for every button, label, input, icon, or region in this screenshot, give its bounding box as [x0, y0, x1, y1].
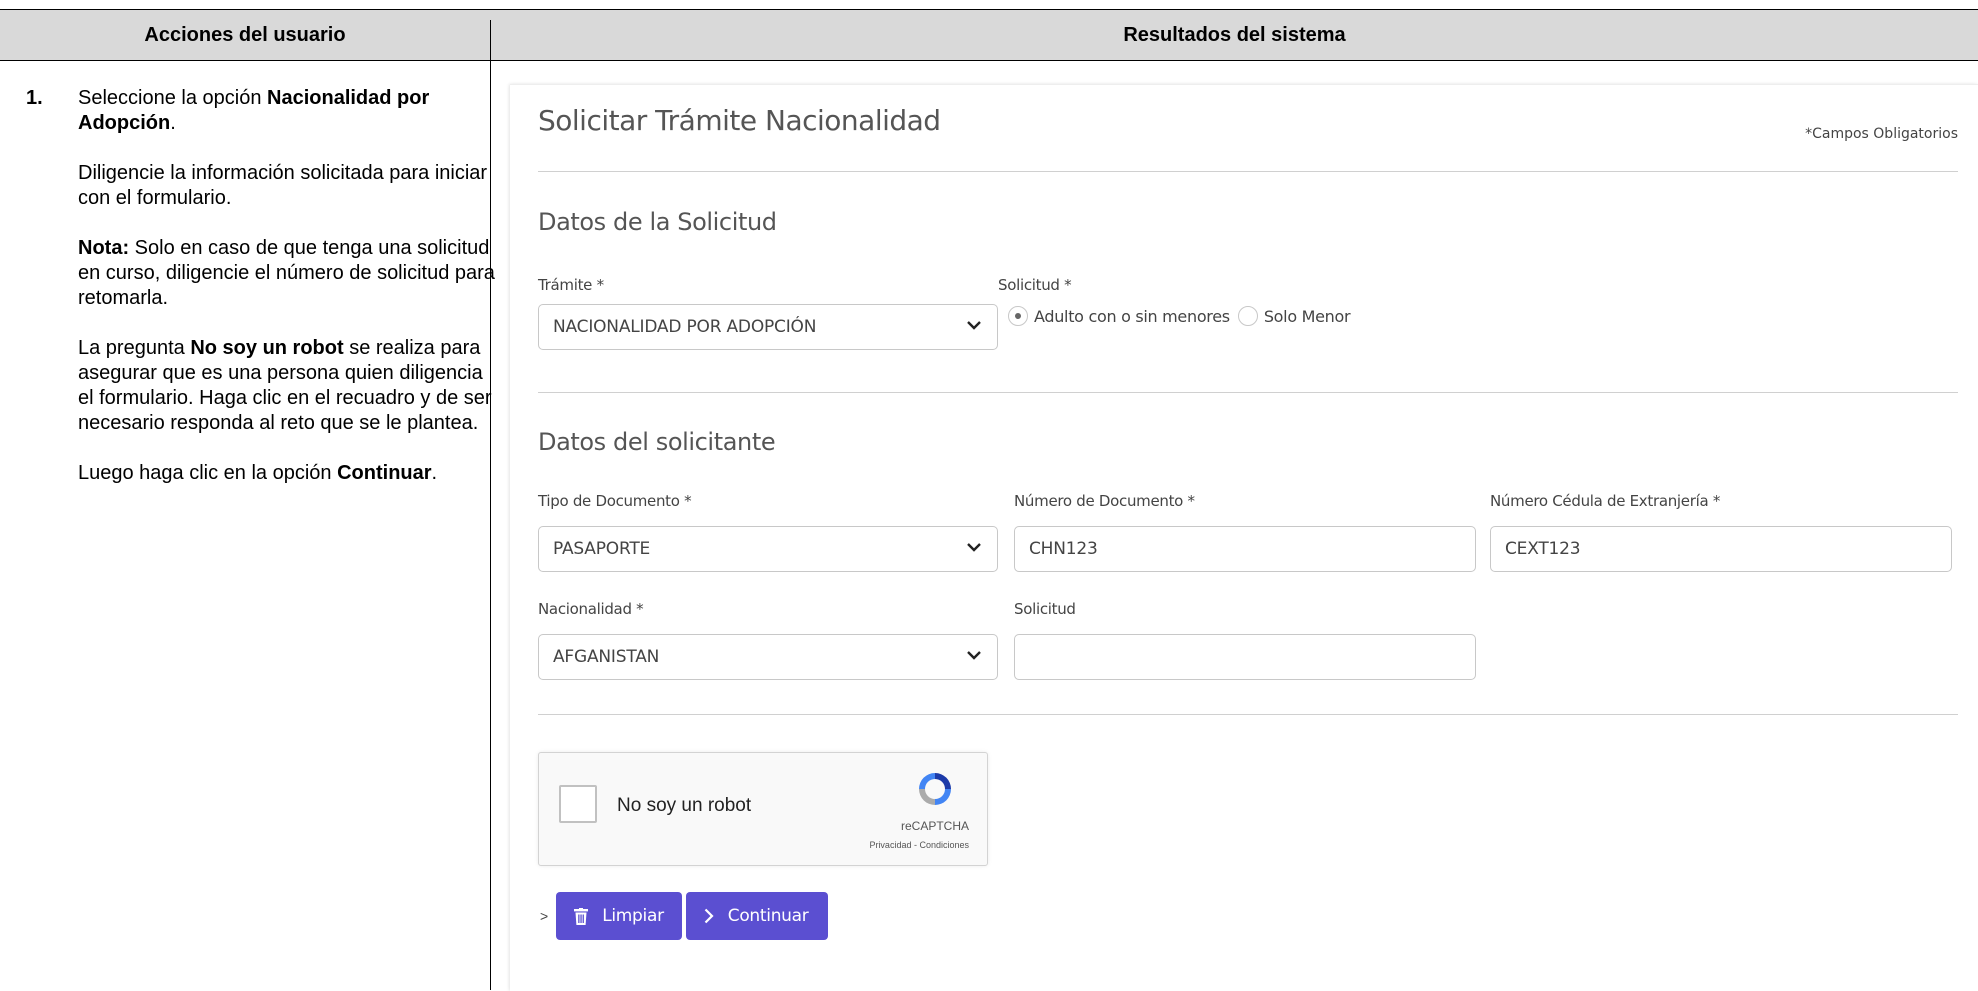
nacionalidad-select[interactable]: AFGANISTAN [538, 634, 998, 680]
tipo-documento-label: Tipo de Documento * [538, 492, 692, 510]
form-title: Solicitar Trámite Nacionalidad [538, 104, 941, 137]
radio-minor-label: Solo Menor [1263, 306, 1351, 326]
instruction-table: Acciones del usuario Resultados del sist… [0, 0, 1978, 991]
nacionalidad-value: AFGANISTAN [553, 647, 660, 667]
solicitud-number-input[interactable] [1014, 634, 1476, 680]
tramite-value: NACIONALIDAD POR ADOPCIÓN [553, 317, 817, 337]
chevron-down-icon [967, 527, 981, 552]
divider [538, 171, 1958, 172]
trash-icon [574, 907, 589, 925]
instruction-captcha: La pregunta No soy un robot se realiza p… [78, 337, 492, 434]
section-title-applicant: Datos del solicitante [538, 428, 776, 456]
continue-button[interactable]: Continuar [685, 892, 829, 940]
tramite-select[interactable]: NACIONALIDAD POR ADOPCIÓN [538, 304, 998, 350]
numero-documento-input[interactable]: CHN123 [1014, 526, 1476, 572]
instructions: 1. Seleccione la opción Nacionalidad por… [26, 86, 496, 511]
solicitud-radio-group: Adulto con o sin menores Solo Menor [1008, 306, 1351, 326]
recaptcha-label: No soy un robot [617, 795, 752, 816]
chevron-down-icon [967, 305, 981, 330]
tramite-label: Trámite * [538, 276, 604, 294]
recaptcha-terms-link[interactable]: Privacidad - Condiciones [869, 840, 969, 850]
radio-adult-label: Adulto con o sin menores [1034, 306, 1230, 326]
cedula-extranjeria-input[interactable]: CEXT123 [1490, 526, 1952, 572]
clear-button[interactable]: Limpiar [556, 892, 682, 940]
header-system-results: Resultados del sistema [1123, 24, 1346, 46]
section-title-request: Datos de la Solicitud [538, 208, 777, 236]
numero-documento-label: Número de Documento * [1014, 492, 1195, 510]
recaptcha-checkbox[interactable] [559, 785, 597, 823]
divider [538, 392, 1958, 393]
required-fields-note: *Campos Obligatorios [1805, 126, 1958, 142]
chevron-right-icon [704, 908, 714, 924]
recaptcha-brand: reCAPTCHA [900, 819, 969, 833]
instruction-select-option: Seleccione la opción Nacionalidad por Ad… [78, 87, 430, 134]
caret-text: > [540, 908, 549, 924]
solicitud-label: Solicitud * [998, 276, 1072, 294]
step-number: 1. [26, 87, 43, 109]
solicitud-number-label: Solicitud [1014, 600, 1076, 618]
recaptcha-widget: No soy un robot reCAPTCHA Privacidad - C… [538, 752, 988, 866]
divider [538, 714, 1958, 715]
recaptcha-logo-icon [915, 769, 955, 814]
chevron-down-icon [967, 635, 981, 660]
clear-button-label: Limpiar [602, 906, 664, 926]
radio-minor[interactable] [1237, 306, 1258, 326]
tipo-documento-value: PASAPORTE [553, 539, 651, 559]
radio-adult[interactable] [1008, 306, 1028, 326]
instruction-fill-info: Diligencie la información solicitada par… [78, 162, 488, 209]
header-user-actions: Acciones del usuario [144, 24, 346, 46]
continue-button-label: Continuar [727, 906, 809, 926]
form-actions: > Limpiar Continuar [540, 892, 832, 940]
table-header-border [0, 60, 1978, 61]
instruction-continue: Luego haga clic en la opción Continuar. [78, 462, 438, 484]
nacionalidad-label: Nacionalidad * [538, 600, 644, 618]
tipo-documento-select[interactable]: PASAPORTE [538, 526, 998, 572]
cedula-extranjeria-label: Número Cédula de Extranjería * [1490, 492, 1721, 510]
instruction-note: Nota: Solo en caso de que tenga una soli… [78, 237, 495, 309]
